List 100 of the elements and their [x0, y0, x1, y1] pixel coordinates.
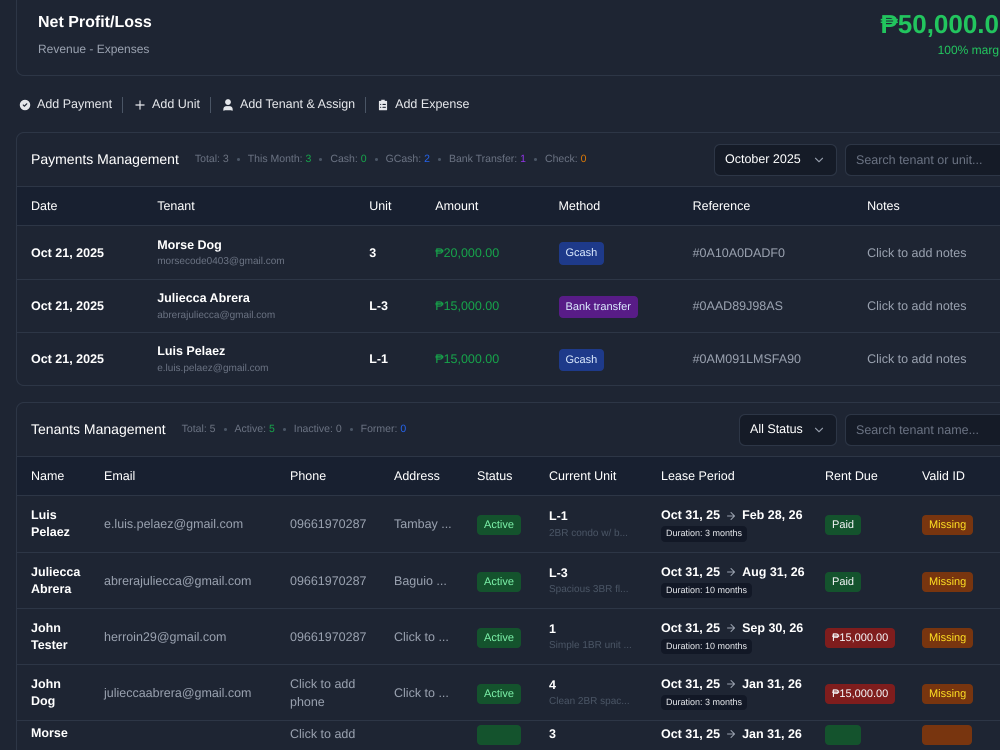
- duration-tag: Duration: 10 months: [661, 638, 752, 654]
- column-header: Tenant: [157, 199, 195, 213]
- column-header: Email: [104, 469, 136, 483]
- email-cell: e.luis.pelaez@gmail.com: [104, 517, 244, 531]
- tenant-email: abrerajuliecca@gmail.com: [157, 308, 276, 323]
- status-select[interactable]: All Status: [739, 414, 837, 446]
- stat-label: GCash: 2: [386, 152, 430, 167]
- column-header: Name: [31, 469, 64, 483]
- unit-cell: 3: [369, 246, 376, 260]
- month-select[interactable]: October 2025: [714, 144, 837, 176]
- lease-end: Aug 31, 26: [742, 564, 805, 581]
- arrow-icon: [725, 728, 738, 740]
- reference-cell: #0A10A0DADF0: [692, 246, 786, 260]
- method-tag: Gcash: [558, 242, 604, 265]
- tenant-name: Juliecca Abrera: [31, 564, 82, 598]
- unit-cell: L-1: [369, 352, 388, 366]
- amount-cell: ₱20,000.00: [435, 246, 500, 260]
- tenant-name: Juliecca Abrera: [157, 290, 251, 308]
- valid-id-badge: Missing: [922, 572, 974, 592]
- unit-number: L-3: [549, 564, 569, 582]
- method-tag: Gcash: [558, 348, 604, 372]
- search-field[interactable]: Search tenant or unit...: [845, 144, 1000, 176]
- stat-label: Bank Transfer: 1: [448, 152, 526, 167]
- tenant-email: morsecode0403@gmail.com: [157, 255, 286, 270]
- phone-cell-text: Click to add phone: [290, 676, 356, 710]
- stat-label: Check: 0: [544, 152, 586, 167]
- action-button[interactable]: Add Unit: [131, 95, 202, 114]
- stat-label: Total: 3: [194, 152, 229, 167]
- stat-label: Cash: 0: [330, 152, 367, 167]
- phone-cell-text: 09661970287: [290, 628, 368, 646]
- unit-cell: L-3: [369, 299, 388, 313]
- search-field[interactable]: Search tenant name...: [845, 414, 1000, 446]
- column-header: Date: [31, 199, 58, 213]
- stat-label: This Month: 3: [248, 152, 312, 167]
- tenant-name: Morse: [31, 725, 69, 742]
- lease-start: Oct 31, 25: [661, 676, 720, 693]
- column-header: Amount: [435, 199, 478, 213]
- arrow-icon: [725, 510, 738, 522]
- action-button[interactable]: Add Expense: [374, 95, 472, 114]
- summary-subtitle: Revenue - Expenses: [38, 41, 150, 58]
- check-circle-icon: [18, 98, 32, 112]
- plus-icon: [133, 98, 148, 112]
- summary-title: Net Profit/Loss: [38, 13, 152, 33]
- action-button[interactable]: Add Payment: [16, 95, 114, 114]
- tenant-name: Luis Pelaez: [31, 507, 71, 541]
- stat-label: Total: 5: [182, 422, 216, 437]
- address-cell: Click to ...: [394, 686, 449, 700]
- section-title: Tenants Management: [31, 420, 166, 439]
- action-button[interactable]: Add Tenant & Assign: [219, 95, 358, 114]
- notes-cell[interactable]: Click to add notes: [867, 299, 966, 313]
- user-icon: [221, 98, 235, 112]
- email-cell: julieccaabrera@gmail.com: [104, 686, 252, 700]
- valid-id-badge: Missing: [922, 628, 974, 648]
- lease-end: Sep 30, 26: [742, 620, 804, 637]
- date-cell: Oct 21, 2025: [31, 246, 104, 260]
- date-cell: Oct 21, 2025: [31, 299, 104, 313]
- column-header: Phone: [290, 469, 326, 483]
- rent-due-badge: Paid: [825, 515, 862, 535]
- notes-cell[interactable]: Click to add notes: [867, 352, 966, 366]
- margin-note: 100% marg: [938, 42, 999, 59]
- method-tag: Bank transfer: [558, 296, 638, 318]
- status-badge: Active: [477, 515, 521, 535]
- address-cell: Click to ...: [394, 630, 449, 644]
- profit-value: ₱50,000.0: [880, 8, 999, 41]
- valid-id-badge: Missing: [922, 684, 974, 704]
- duration-tag: Duration: 3 months: [661, 526, 748, 542]
- tenant-name: Luis Pelaez: [157, 343, 226, 360]
- lease-end: Feb 28, 26: [742, 507, 803, 524]
- stat-label: Active: 5: [234, 422, 275, 437]
- arrow-icon: [725, 678, 738, 690]
- column-header: Valid ID: [922, 469, 965, 483]
- duration-tag: Duration: 10 months: [661, 582, 752, 598]
- unit-number: 4: [549, 676, 557, 694]
- arrow-icon: [725, 622, 738, 634]
- column-header: Notes: [867, 199, 900, 213]
- column-header: Unit: [369, 199, 392, 213]
- column-header: Lease Period: [661, 469, 735, 483]
- tenant-email: e.luis.pelaez@gmail.com: [157, 362, 270, 376]
- column-header: Status: [477, 469, 512, 483]
- tenant-name: John Dog: [31, 676, 62, 710]
- phone-cell-text: 09661970287: [290, 572, 368, 590]
- column-header: Method: [558, 199, 600, 213]
- status-badge: Active: [477, 684, 521, 704]
- rent-due-badge: Paid: [825, 572, 862, 592]
- column-header: Reference: [692, 199, 750, 213]
- column-header: Rent Due: [825, 469, 878, 483]
- lease-start: Oct 31, 25: [661, 726, 720, 743]
- lease-end: Jan 31, 26: [742, 726, 802, 743]
- rent-due-badge: ₱15,000.00: [825, 684, 896, 704]
- valid-id-badge: Missing: [922, 515, 974, 535]
- date-cell: Oct 21, 2025: [31, 352, 104, 366]
- email-cell: abrerajuliecca@gmail.com: [104, 574, 252, 588]
- lease-start: Oct 31, 25: [661, 507, 720, 524]
- stat-label: Inactive: 0: [294, 422, 342, 437]
- rent-due-badge: ₱15,000.00: [825, 628, 896, 648]
- lease-end: Jan 31, 26: [742, 676, 802, 693]
- duration-tag: Duration: 3 months: [661, 694, 748, 710]
- notes-cell[interactable]: Click to add notes: [867, 246, 966, 260]
- lease-start: Oct 31, 25: [661, 564, 720, 581]
- column-header: Address: [394, 469, 440, 483]
